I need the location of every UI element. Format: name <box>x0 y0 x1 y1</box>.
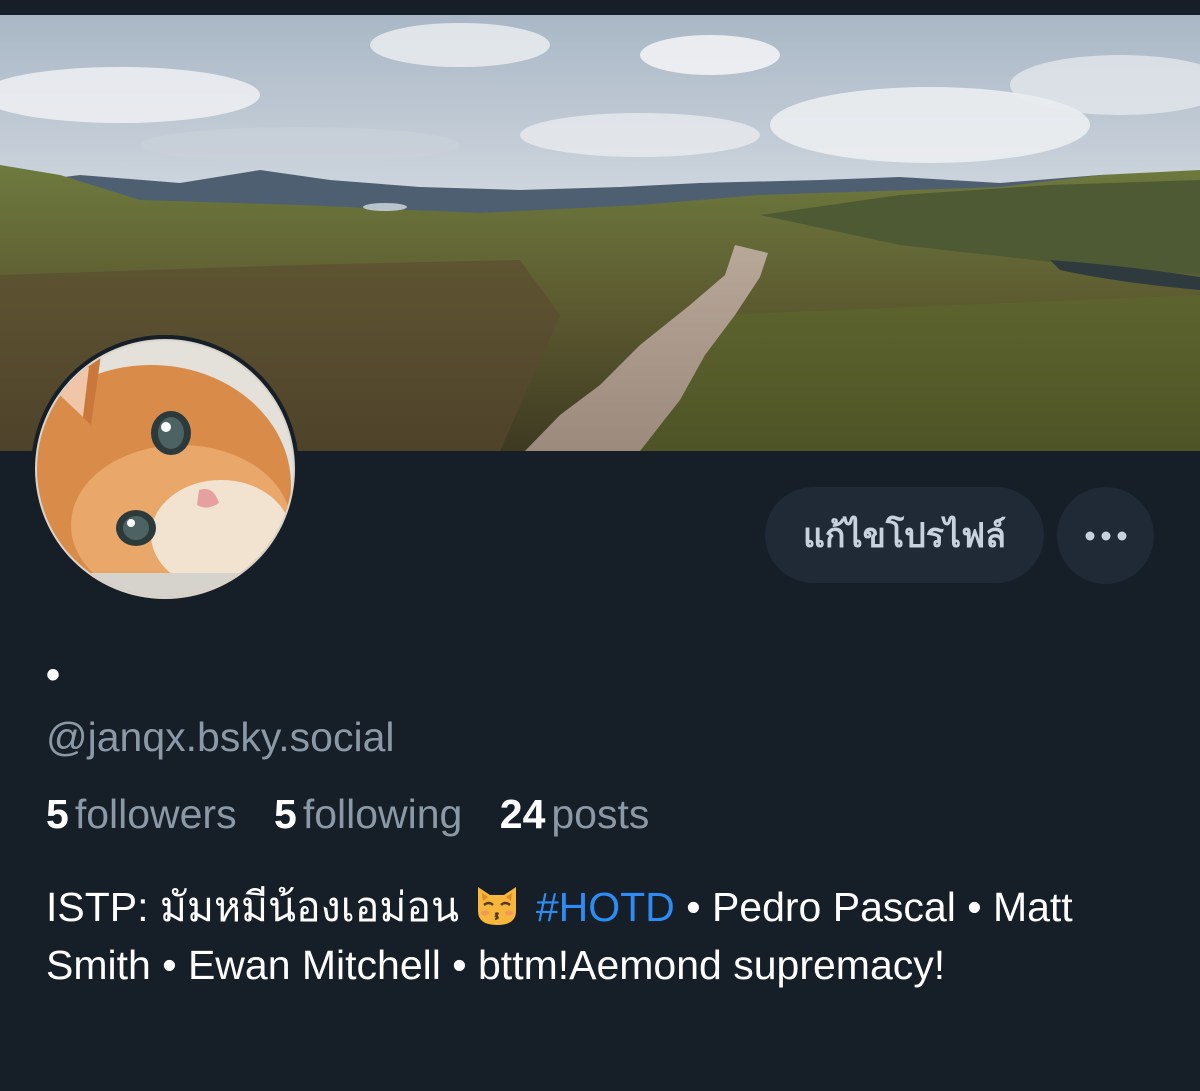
following-label: following <box>302 791 463 837</box>
following-count: 5 <box>274 791 297 837</box>
edit-profile-button[interactable]: แก้ไขโปรไฟล์ <box>765 487 1044 583</box>
followers-count: 5 <box>46 791 69 837</box>
following-stat[interactable]: 5 following <box>274 791 462 837</box>
posts-count: 24 <box>499 791 546 837</box>
followers-label: followers <box>74 791 237 837</box>
kissing-cat-emoji-icon <box>478 887 517 925</box>
profile-bio: ISTP: มัมหมีน้องเอม่อน #HOTD • Pedro Pas… <box>46 878 1156 994</box>
hashtag-link[interactable]: #HOTD <box>536 884 675 930</box>
followers-stat[interactable]: 5 followers <box>46 791 237 837</box>
cat-avatar-image <box>31 335 299 603</box>
display-name: • <box>46 653 61 697</box>
more-horizontal-icon <box>1085 531 1126 540</box>
profile-page: แก้ไขโปรไฟล์ • @janqx.bsky.social 5 follo… <box>0 0 1200 1091</box>
profile-handle: @janqx.bsky.social <box>46 714 395 760</box>
status-bar-strip <box>0 0 1200 15</box>
more-options-button[interactable] <box>1057 487 1154 584</box>
posts-label: posts <box>551 791 650 837</box>
profile-stats: 5 followers 5 following 24 posts <box>46 789 675 839</box>
posts-stat: 24 posts <box>500 791 650 837</box>
bio-text-start: ISTP: มัมหมีน้องเอม่อน <box>46 884 460 930</box>
profile-avatar[interactable] <box>31 335 299 603</box>
